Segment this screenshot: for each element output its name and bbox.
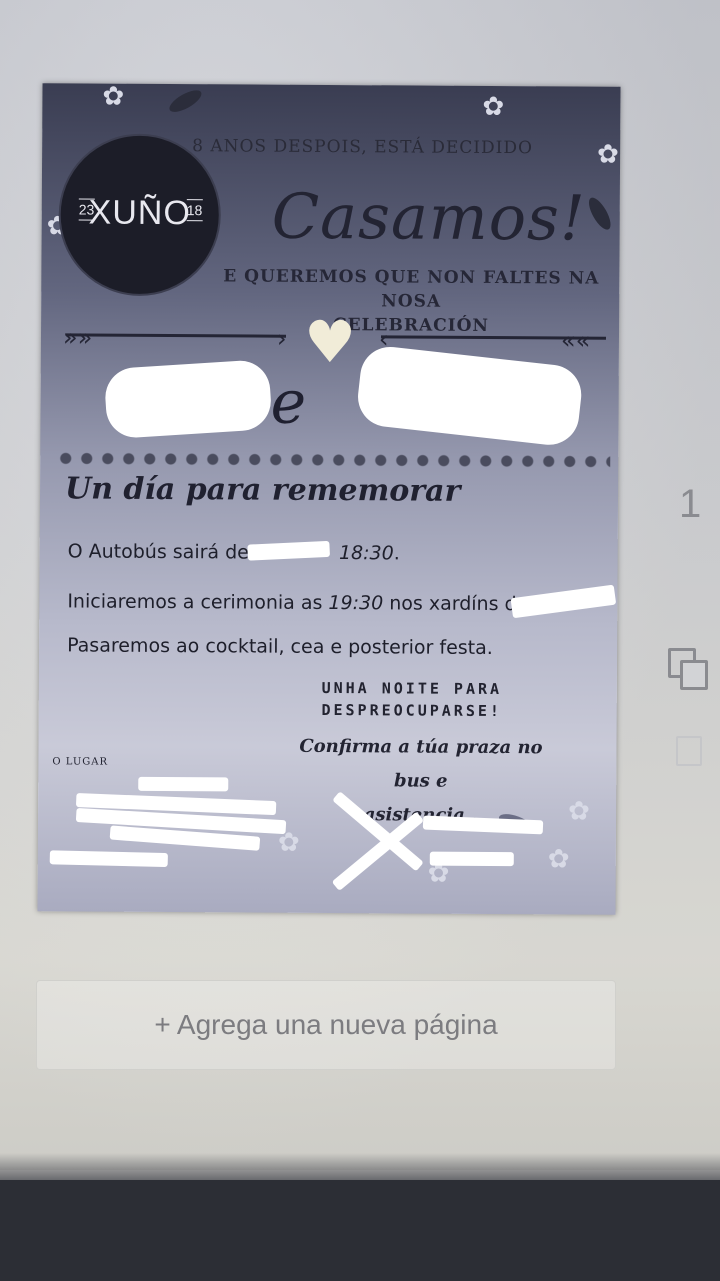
add-page-button[interactable]: + Agrega una nueva página: [36, 980, 616, 1070]
bus-line: O Autobús sairá de 18:30.: [67, 540, 400, 565]
confirm-line: Confirma a túa praza no bus e: [299, 735, 543, 792]
delete-page-icon[interactable]: [676, 736, 702, 766]
page-number: 1: [679, 482, 702, 526]
invitation-page[interactable]: ✿ ✿ ✿ ✿ ✿ ✿ ✿ ✿ 23 XUÑO 18 8 ANOS DESPOI…: [37, 83, 621, 915]
redacted-venue: [49, 850, 168, 868]
cta-line: UNHA NOITE PARA: [321, 678, 503, 699]
redacted-contact: [429, 851, 514, 867]
flower-decoration: ✿: [547, 844, 570, 875]
venue-label: O LUGAR: [52, 756, 109, 768]
redacted-venue: [138, 776, 229, 792]
flower-decoration: ✿: [102, 83, 125, 112]
leaf-decoration: [584, 194, 615, 233]
cta-title: UNHA NOITE PARA DESPREOCUPARSE!: [297, 677, 527, 722]
redacted-place: [510, 584, 617, 619]
duplicate-icon[interactable]: [668, 648, 708, 692]
flower-decoration: ✿: [597, 139, 619, 170]
arrow-left: [65, 333, 287, 338]
couple-names-connector: e: [270, 367, 307, 438]
arrow-head-icon: ›: [276, 324, 287, 353]
arrow-fletching-icon: ««: [560, 326, 591, 355]
section-title: Un día para rememorar: [64, 471, 461, 509]
date-year: 18: [186, 199, 203, 222]
subtitle: E QUEREMOS QUE NON FALTES NA NOSA CELEBR…: [191, 264, 621, 339]
redacted-name: [103, 358, 273, 440]
cta-line: DESPREOCUPARSE!: [321, 700, 502, 721]
redacted-name: [354, 343, 585, 448]
party-line: Pasaremos ao cocktail, cea e posterior f…: [67, 634, 493, 660]
heart-icon: ♥: [303, 307, 357, 377]
flower-decoration: ✿: [568, 796, 590, 827]
flower-decoration: ✿: [482, 91, 505, 123]
monitor-bezel: [0, 1180, 720, 1281]
tagline-top: 8 ANOS DESPOIS, ESTÁ DECIDIDO: [192, 136, 534, 159]
headline: Casamos!: [271, 179, 586, 255]
arrow-fletching-icon: »»: [62, 323, 93, 352]
dotted-divider: [55, 451, 611, 469]
duplicate-icon-front: [680, 660, 708, 690]
ceremony-line: Iniciaremos a cerimonia as 19:30 nos xar…: [67, 590, 529, 616]
subtitle-line: E QUEREMOS QUE NON FALTES NA NOSA: [223, 266, 600, 312]
leaf-decoration: [166, 86, 205, 117]
